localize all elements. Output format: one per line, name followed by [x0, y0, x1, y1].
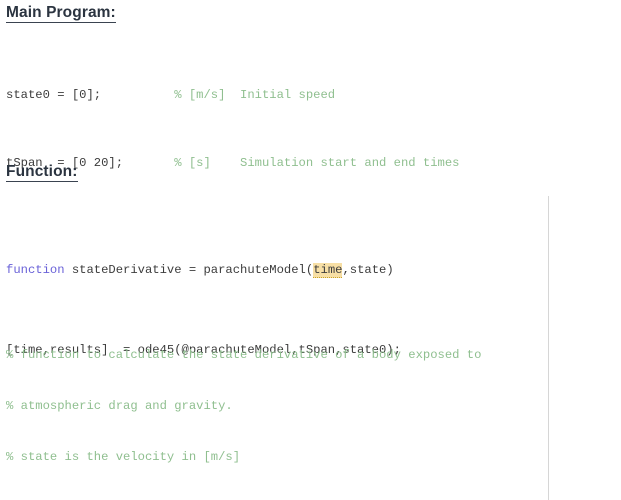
- code-line-function-signature: function stateDerivative = parachuteMode…: [6, 262, 621, 279]
- keyword-function: function: [6, 263, 65, 277]
- comment-description-3: % state is the velocity in [m/s]: [6, 450, 241, 464]
- comment-description-2: % atmospheric drag and gravity.: [6, 399, 233, 413]
- code-listing-page: Main Program: state0 = [0]; % [m/s] Init…: [0, 0, 621, 500]
- code-tspan-comment: % [s] Simulation start and end times: [174, 156, 460, 170]
- code-line-description-1: % function to calculate the state deriva…: [6, 347, 621, 364]
- highlighted-token-time[interactable]: time: [313, 263, 343, 278]
- main-program-heading: Main Program:: [6, 4, 116, 23]
- function-signature-prefix: stateDerivative = parachuteModel(: [64, 263, 314, 277]
- code-line-description-2: % atmospheric drag and gravity.: [6, 398, 621, 415]
- code-state0-comment: % [m/s] Initial speed: [174, 88, 336, 102]
- code-line-description-3: % state is the velocity in [m/s]: [6, 449, 621, 466]
- function-heading: Function:: [6, 163, 78, 182]
- code-line-state0: state0 = [0]; % [m/s] Initial speed: [6, 87, 459, 104]
- function-code-block: function stateDerivative = parachuteMode…: [6, 194, 621, 500]
- code-state0-assignment: state0 = [0];: [6, 88, 175, 102]
- function-signature-suffix: ,state): [342, 263, 394, 277]
- comment-description-1: % function to calculate the state deriva…: [6, 348, 482, 362]
- function-heading-text: Function:: [6, 163, 78, 182]
- main-program-heading-text: Main Program:: [6, 4, 116, 23]
